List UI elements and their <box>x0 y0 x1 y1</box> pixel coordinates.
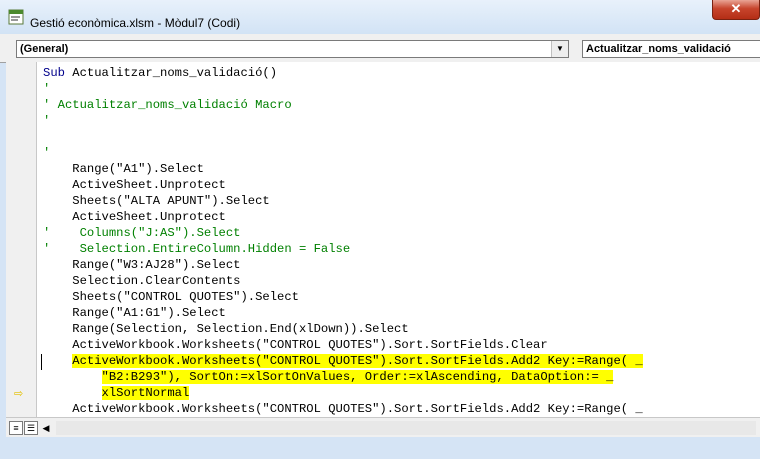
code-line[interactable]: ' <box>43 145 50 161</box>
keyword-sub: Sub <box>43 66 65 80</box>
editor-frame: ⇨ Sub Actualitzar_noms_validació() ' ' Act… <box>6 62 760 438</box>
window-title: Gestió econòmica.xlsm - Mòdul7 (Codi) <box>30 16 241 30</box>
code-line[interactable]: ActiveSheet.Unprotect <box>43 177 226 193</box>
code-line[interactable]: Selection.ClearContents <box>43 273 240 289</box>
code-line[interactable]: ' <box>43 81 50 97</box>
margin-indicator-bar[interactable]: ⇨ <box>6 62 37 417</box>
code-line[interactable]: Range(Selection, Selection.End(xlDown)).… <box>43 321 408 337</box>
excel-code-icon <box>8 9 24 25</box>
procedure-combo-value: Actualitzar_noms_validació <box>586 43 731 55</box>
code-line[interactable]: ActiveWorkbook.Worksheets("CONTROL QUOTE… <box>43 353 643 369</box>
code-line[interactable]: ' Actualitzar_noms_validació Macro <box>43 97 292 113</box>
code-line[interactable]: Sheets("CONTROL QUOTES").Select <box>43 289 299 305</box>
code-line[interactable]: "B2:B293"), SortOn:=xlSortOnValues, Orde… <box>43 369 614 385</box>
code-toolbar: (General) ▼ Actualitzar_noms_validació <box>0 34 760 63</box>
code-line[interactable]: Sub Actualitzar_noms_validació() <box>43 65 277 81</box>
code-line[interactable]: Range("A1").Select <box>43 161 204 177</box>
text-cursor <box>41 354 42 370</box>
code-line[interactable]: Range("W3:AJ28").Select <box>43 257 240 273</box>
object-combo[interactable]: (General) ▼ <box>16 40 569 58</box>
execution-arrow-icon: ⇨ <box>14 388 24 400</box>
code-line[interactable]: Range("A1:G1").Select <box>43 305 226 321</box>
title-bar[interactable]: Gestió econòmica.xlsm - Mòdul7 (Codi) ✕ <box>0 0 760 34</box>
vbe-code-window: Gestió econòmica.xlsm - Mòdul7 (Codi) ✕ … <box>0 0 760 459</box>
highlighted-statement: "B2:B293"), SortOn:=xlSortOnValues, Orde… <box>101 370 614 384</box>
highlighted-statement: ActiveWorkbook.Worksheets("CONTROL QUOTE… <box>72 354 643 368</box>
scroll-left-icon[interactable]: ◀ <box>39 421 53 435</box>
code-line[interactable]: ActiveSheet.Unprotect <box>43 209 226 225</box>
code-line[interactable]: Sheets("ALTA APUNT").Select <box>43 193 269 209</box>
horizontal-scrollbar[interactable] <box>56 421 756 435</box>
close-button[interactable]: ✕ <box>712 0 760 20</box>
procedure-combo[interactable]: Actualitzar_noms_validació <box>582 40 760 58</box>
chevron-down-icon[interactable]: ▼ <box>551 41 568 57</box>
code-line[interactable]: ' <box>43 113 50 129</box>
highlighted-statement: xlSortNormal <box>101 386 190 400</box>
code-line[interactable]: xlSortNormal <box>43 385 190 401</box>
procedure-view-icon[interactable]: ≡ <box>9 421 23 435</box>
module-view-icon[interactable]: ☰ <box>24 421 38 435</box>
code-line[interactable]: ActiveWorkbook.Worksheets("CONTROL QUOTE… <box>43 401 642 417</box>
window-bottom-border <box>0 437 760 459</box>
code-line[interactable]: ActiveWorkbook.Worksheets("CONTROL QUOTE… <box>43 337 547 353</box>
code-line[interactable]: ' Columns("J:AS").Select <box>43 225 240 241</box>
code-editor[interactable]: Sub Actualitzar_noms_validació() ' ' Actua… <box>37 62 760 417</box>
editor-status-bar: ≡ ☰ ◀ <box>6 417 760 438</box>
object-combo-value: (General) <box>20 43 69 55</box>
code-line[interactable]: ' Selection.EntireColumn.Hidden = False <box>43 241 350 257</box>
procedure-signature: Actualitzar_noms_validació() <box>64 66 278 80</box>
